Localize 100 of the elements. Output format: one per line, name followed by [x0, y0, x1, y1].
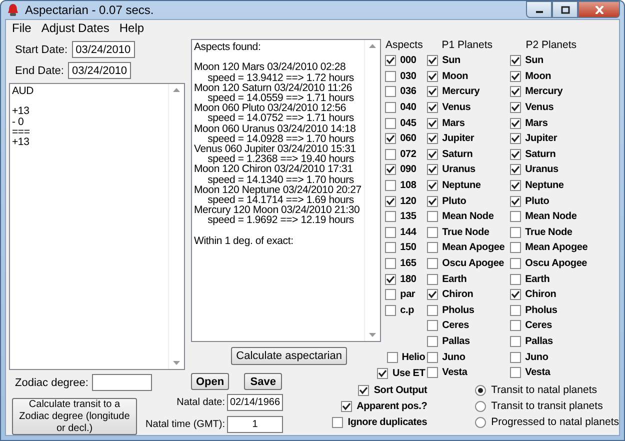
checkbox[interactable] [510, 258, 522, 270]
checkbox[interactable] [510, 196, 522, 207]
menu-item[interactable]: File [12, 21, 32, 35]
zodiac-degree-field[interactable] [92, 374, 152, 391]
radio-button[interactable] [475, 416, 486, 428]
date-field[interactable]: 03/24/2010 [68, 62, 131, 79]
close-button[interactable] [578, 1, 620, 18]
checkbox[interactable] [510, 289, 522, 300]
checkbox[interactable] [510, 211, 522, 222]
checkbox-label: Venus [525, 102, 554, 114]
checkbox[interactable] [427, 289, 438, 300]
natal-date-field[interactable]: 02/14/1966 [227, 394, 283, 410]
checkbox[interactable] [510, 274, 522, 285]
checkbox[interactable] [427, 133, 438, 144]
checkbox-label: Venus [442, 102, 471, 114]
checkbox[interactable] [385, 164, 396, 176]
checkbox[interactable] [427, 304, 438, 316]
checkbox[interactable] [377, 368, 388, 379]
checkbox-label: Ceres [442, 320, 469, 332]
natal-time-field[interactable]: 1 [227, 416, 283, 432]
checkbox[interactable] [510, 86, 522, 98]
checkbox[interactable] [385, 133, 396, 144]
checkbox[interactable] [427, 274, 438, 285]
checkbox[interactable] [427, 367, 438, 378]
checkbox[interactable] [427, 86, 438, 98]
checkbox[interactable] [427, 336, 438, 347]
calculate-transit-button[interactable]: Calculate transit to a Zodiac degree (longitude or decl.) [12, 398, 137, 435]
checkbox[interactable] [427, 258, 438, 270]
checkbox[interactable] [385, 148, 396, 160]
checkbox[interactable] [510, 180, 522, 192]
checkbox-label: Mean Node [442, 211, 494, 222]
checkbox[interactable] [385, 118, 396, 129]
field-label: Start Date: [15, 44, 68, 56]
output-pane[interactable] [191, 39, 382, 342]
checkbox[interactable] [427, 226, 438, 238]
checkbox[interactable] [358, 384, 369, 396]
checkbox[interactable] [385, 55, 396, 66]
checkbox[interactable] [427, 320, 438, 332]
checkbox[interactable] [427, 352, 438, 363]
checkbox[interactable] [385, 289, 396, 300]
checkbox[interactable] [427, 148, 438, 160]
checkbox[interactable] [385, 258, 396, 270]
checkbox[interactable] [427, 118, 438, 129]
checkbox-label: 072 [400, 148, 416, 160]
checkbox[interactable] [510, 367, 522, 378]
checkbox[interactable] [427, 70, 438, 82]
checkbox[interactable] [386, 352, 398, 364]
checkbox[interactable] [340, 400, 352, 412]
checkbox[interactable] [385, 86, 396, 98]
checkbox[interactable] [510, 133, 522, 144]
date-field[interactable]: 03/24/2010 [72, 41, 135, 58]
menu-item[interactable]: Help [119, 21, 144, 35]
checkbox[interactable] [510, 55, 522, 66]
checkbox[interactable] [427, 102, 438, 114]
checkbox[interactable] [427, 242, 438, 254]
checkbox[interactable] [385, 196, 396, 207]
checkbox-label: True Node [442, 226, 490, 238]
menu-item[interactable]: Adjust Dates [41, 21, 110, 35]
checkbox[interactable] [510, 352, 522, 363]
checkbox-label: Vesta [442, 367, 468, 378]
checkbox-label: Uranus [442, 164, 476, 176]
save-button[interactable]: Save [244, 373, 282, 390]
checkbox[interactable] [510, 242, 522, 254]
open-button[interactable]: Open [191, 373, 230, 390]
checkbox[interactable] [510, 102, 522, 114]
checkbox[interactable] [385, 242, 396, 254]
close-icon [594, 6, 604, 14]
checkbox[interactable] [385, 226, 396, 238]
checkbox[interactable] [427, 55, 438, 66]
checkbox[interactable] [510, 304, 522, 316]
checkbox[interactable] [385, 211, 396, 222]
checkbox[interactable] [385, 180, 396, 192]
checkbox[interactable] [510, 148, 522, 160]
calculate-aspectarian-button[interactable]: Calculate aspectarian [231, 347, 348, 365]
radio-label: Transit to natal planets [491, 384, 597, 396]
checkbox[interactable] [510, 320, 522, 332]
checkbox[interactable] [427, 211, 438, 222]
minimize-button[interactable] [526, 1, 552, 18]
checkbox-label: Pholus [525, 304, 558, 316]
checkbox[interactable] [510, 164, 522, 176]
maximize-button[interactable] [552, 1, 578, 18]
checkbox-label: Mercury [442, 86, 480, 98]
checkbox[interactable] [385, 70, 396, 82]
checkbox[interactable] [385, 102, 396, 114]
checkbox[interactable] [427, 164, 438, 176]
radio-button[interactable] [475, 400, 486, 412]
checkbox[interactable] [427, 180, 438, 192]
radio-button[interactable] [475, 384, 486, 396]
notes-pane[interactable]: AUD +13 - 0 === +13 [9, 83, 185, 370]
checkbox[interactable] [510, 70, 522, 82]
checkbox[interactable] [510, 336, 522, 347]
checkbox[interactable] [510, 226, 522, 238]
checkbox[interactable] [385, 274, 396, 285]
column-header: P1 Planets [440, 39, 494, 52]
checkbox[interactable] [385, 304, 396, 316]
checkbox-label: Pholus [442, 304, 474, 316]
checkbox[interactable] [427, 196, 438, 207]
checkbox[interactable] [510, 118, 522, 129]
scroll-up-icon [173, 88, 180, 92]
checkbox[interactable] [332, 416, 343, 428]
